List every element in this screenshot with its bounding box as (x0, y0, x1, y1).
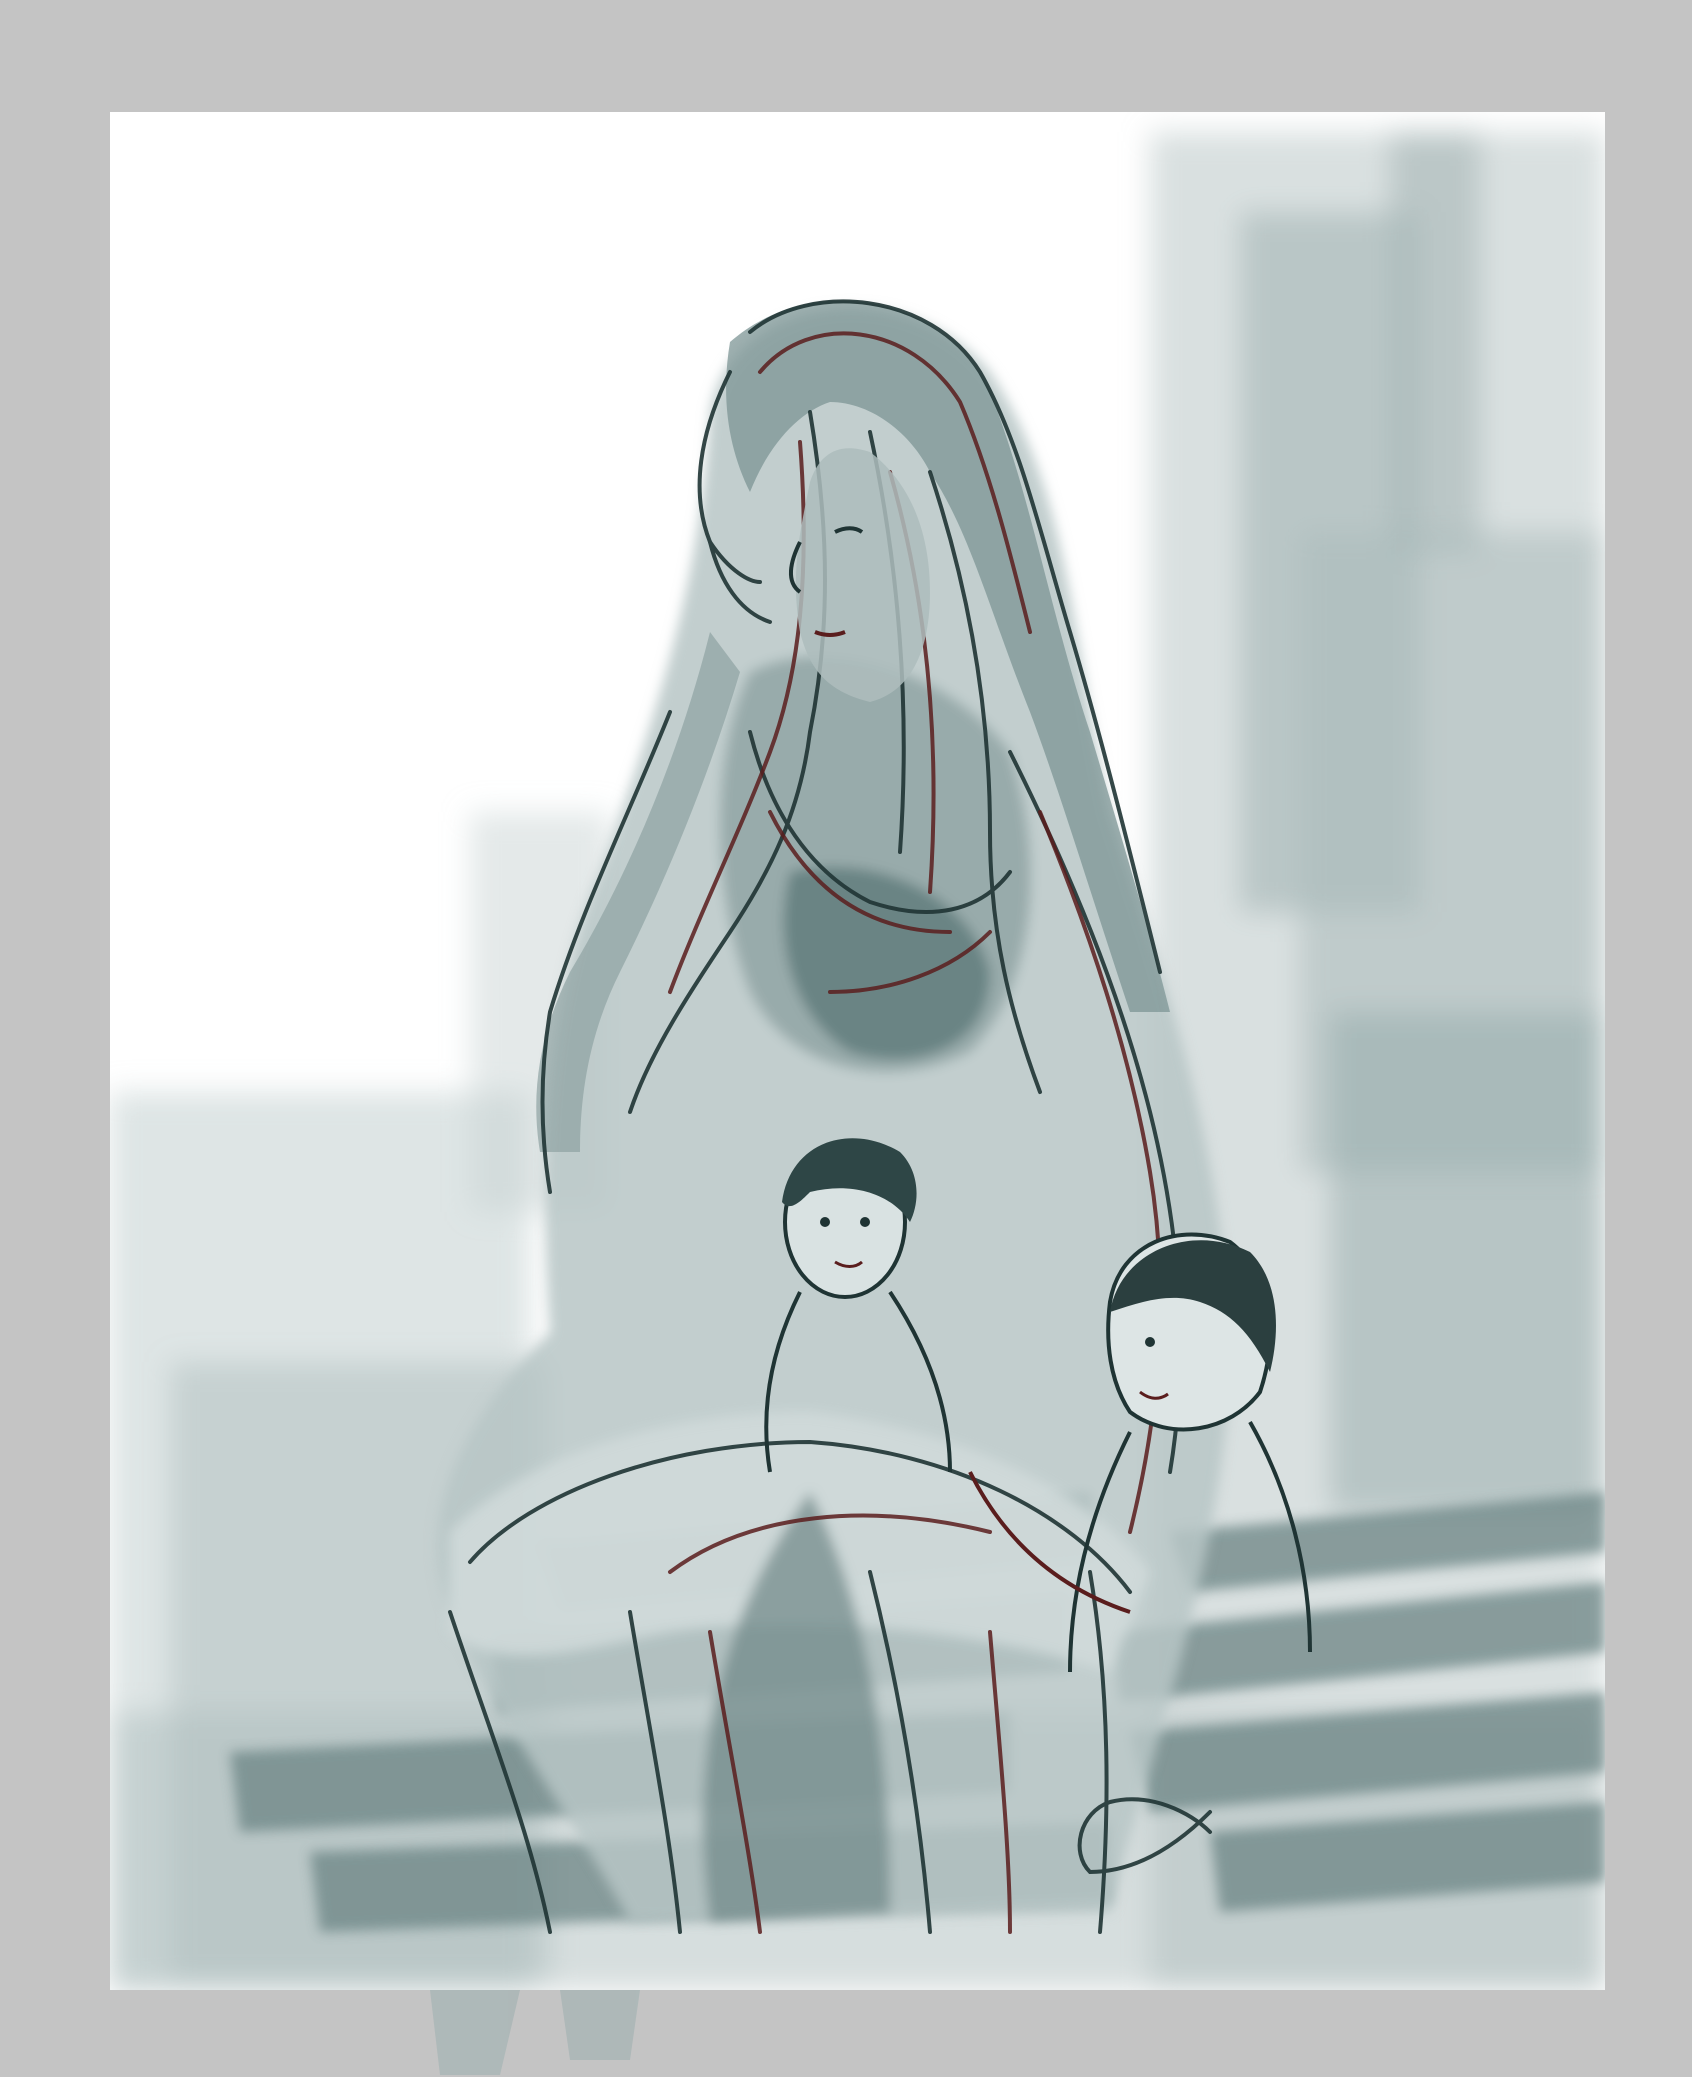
painting (110, 132, 1605, 1990)
artwork-canvas (110, 112, 1605, 1990)
